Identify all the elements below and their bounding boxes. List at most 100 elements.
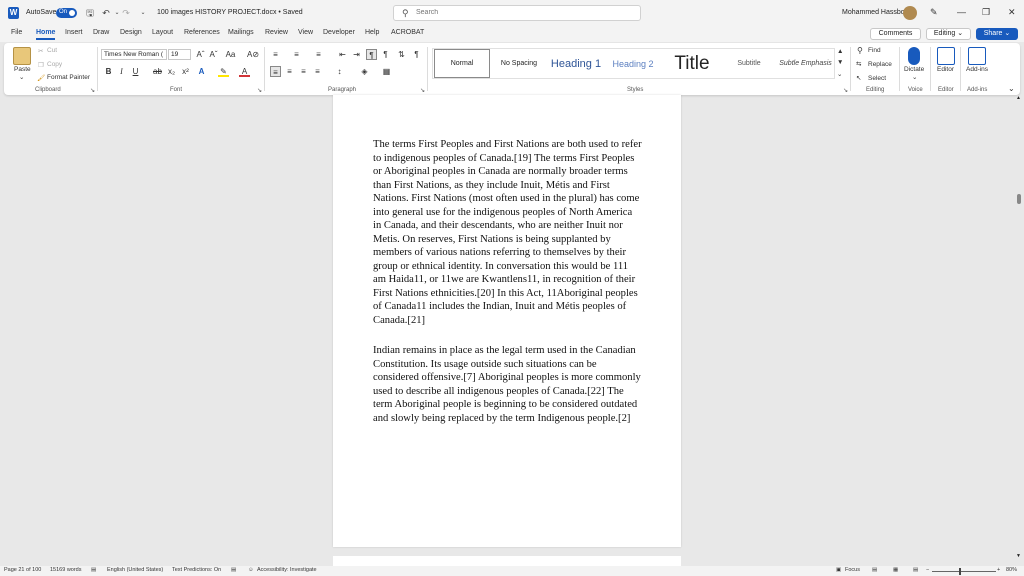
grow-font-icon[interactable]: Aˆ: [195, 49, 206, 60]
format-painter-icon[interactable]: 🖌: [37, 74, 45, 82]
scroll-up-icon[interactable]: ▲: [1016, 95, 1021, 101]
select-icon[interactable]: ↖: [856, 74, 861, 82]
multilevel-list-icon[interactable]: ≡: [313, 49, 324, 60]
align-left-icon[interactable]: ≡: [270, 66, 281, 77]
tab-references[interactable]: References: [184, 29, 220, 36]
rtl-direction-icon[interactable]: ¶: [380, 49, 391, 60]
font-launcher-icon[interactable]: ↘: [257, 87, 262, 94]
tab-acrobat[interactable]: ACROBAT: [391, 29, 424, 36]
tab-review[interactable]: Review: [265, 29, 288, 36]
accessibility-icon[interactable]: ☺: [248, 567, 254, 573]
change-case-icon[interactable]: Aa: [225, 49, 236, 60]
zoom-level[interactable]: 80%: [1006, 567, 1017, 573]
styles-more-icon[interactable]: ⌄: [837, 70, 842, 78]
microphone-icon[interactable]: [908, 47, 920, 65]
style-normal[interactable]: Normal: [434, 49, 490, 78]
style-no-spacing[interactable]: No Spacing: [491, 49, 547, 78]
redo-icon[interactable]: ↷: [120, 7, 132, 19]
collapse-ribbon-icon[interactable]: ⌄: [1008, 84, 1015, 93]
clipboard-launcher-icon[interactable]: ↘: [90, 87, 95, 94]
font-color-icon[interactable]: A: [239, 66, 250, 77]
scrollbar-thumb[interactable]: [1017, 194, 1021, 204]
style-heading-1[interactable]: Heading 1: [548, 49, 604, 78]
focus-label[interactable]: Focus: [845, 567, 860, 573]
page-count[interactable]: Page 21 of 100: [4, 567, 41, 573]
vertical-scrollbar[interactable]: ▲ ▼: [1014, 95, 1024, 566]
restore-icon[interactable]: ❐: [982, 7, 990, 18]
search-box[interactable]: ⚲: [393, 5, 641, 21]
font-name-box[interactable]: Times New Roman (: [101, 49, 167, 60]
tab-help[interactable]: Help: [365, 29, 379, 36]
zoom-in-icon[interactable]: +: [997, 567, 1000, 573]
web-layout-icon[interactable]: ▤: [913, 567, 918, 573]
zoom-slider[interactable]: [932, 571, 996, 572]
print-layout-icon[interactable]: ▦: [893, 567, 898, 573]
styles-launcher-icon[interactable]: ↘: [843, 87, 848, 94]
numbering-icon[interactable]: ≡: [291, 49, 302, 60]
subscript-icon[interactable]: x₂: [166, 66, 177, 77]
cut-icon[interactable]: ✂: [38, 47, 43, 55]
read-mode-icon[interactable]: ▤: [872, 567, 877, 573]
add-ins-label[interactable]: Add-ins: [966, 66, 988, 73]
focus-icon[interactable]: ▣: [836, 567, 841, 573]
save-icon[interactable]: 🖫: [84, 7, 96, 19]
tab-design[interactable]: Design: [120, 29, 142, 36]
select-label[interactable]: Select: [868, 75, 886, 82]
pen-icon[interactable]: ✎: [930, 7, 938, 18]
bullets-icon[interactable]: ≡: [270, 49, 281, 60]
line-spacing-icon[interactable]: ↕: [334, 66, 345, 77]
styles-scroll-down-icon[interactable]: ▼: [837, 59, 843, 66]
tab-developer[interactable]: Developer: [323, 29, 355, 36]
shrink-font-icon[interactable]: Aˇ: [208, 49, 219, 60]
copy-label[interactable]: Copy: [47, 61, 62, 68]
tab-insert[interactable]: Insert: [65, 29, 83, 36]
copy-icon[interactable]: ❐: [38, 61, 44, 69]
editor-icon[interactable]: [937, 47, 955, 65]
cut-label[interactable]: Cut: [47, 47, 57, 54]
bold-icon[interactable]: B: [103, 66, 114, 77]
superscript-icon[interactable]: x²: [180, 66, 191, 77]
editing-mode-button[interactable]: Editing ⌄: [926, 28, 971, 40]
text-predictions[interactable]: Text Predictions: On: [172, 567, 221, 573]
close-icon[interactable]: ✕: [1008, 7, 1016, 18]
increase-indent-icon[interactable]: ⇥: [351, 49, 362, 60]
customize-toolbar-icon[interactable]: ⌄: [137, 7, 149, 19]
format-painter-label[interactable]: Format Painter: [47, 74, 90, 81]
tab-mailings[interactable]: Mailings: [228, 29, 254, 36]
style-title[interactable]: Title: [662, 49, 722, 78]
italic-icon[interactable]: I: [116, 66, 127, 77]
add-ins-icon[interactable]: [968, 47, 986, 65]
body-paragraph[interactable]: Indian remains in place as the legal ter…: [373, 344, 643, 425]
clear-formatting-icon[interactable]: A⊘: [247, 49, 259, 60]
zoom-slider-thumb[interactable]: [959, 568, 961, 575]
highlight-icon[interactable]: ✎: [218, 66, 229, 77]
paragraph-launcher-icon[interactable]: ↘: [420, 87, 425, 94]
show-marks-icon[interactable]: ¶: [411, 49, 422, 60]
strikethrough-icon[interactable]: ab: [152, 66, 163, 77]
replace-icon[interactable]: ⇆: [856, 60, 861, 68]
decrease-indent-icon[interactable]: ⇤: [337, 49, 348, 60]
dictate-label[interactable]: Dictate: [904, 66, 924, 73]
tab-draw[interactable]: Draw: [93, 29, 109, 36]
font-size-box[interactable]: 19: [168, 49, 191, 60]
editor-label[interactable]: Editor: [937, 66, 954, 73]
word-count[interactable]: 15169 words: [50, 567, 82, 573]
user-name[interactable]: Mohammed Hassbo: [842, 9, 905, 16]
share-button[interactable]: Share ⌄: [976, 28, 1018, 40]
comments-button[interactable]: Comments: [870, 28, 921, 40]
text-effects-icon[interactable]: A: [196, 66, 207, 77]
paste-icon[interactable]: [13, 47, 31, 65]
style-subtitle[interactable]: Subtitle: [723, 49, 775, 78]
proofing-icon[interactable]: ▤: [91, 567, 96, 573]
style-subtle-emphasis[interactable]: Subtle Emphasis: [776, 49, 835, 78]
avatar[interactable]: [903, 6, 917, 20]
autosave-toggle[interactable]: On: [56, 8, 77, 18]
styles-scroll-up-icon[interactable]: ▲: [837, 48, 843, 55]
tab-file[interactable]: File: [11, 29, 22, 36]
tab-layout[interactable]: Layout: [152, 29, 173, 36]
underline-icon[interactable]: U: [130, 66, 141, 77]
ltr-direction-icon[interactable]: ¶: [366, 49, 377, 60]
find-label[interactable]: Find: [868, 47, 881, 54]
style-heading-2[interactable]: Heading 2: [605, 49, 661, 78]
document-page[interactable]: The terms First Peoples and First Nation…: [333, 95, 681, 547]
